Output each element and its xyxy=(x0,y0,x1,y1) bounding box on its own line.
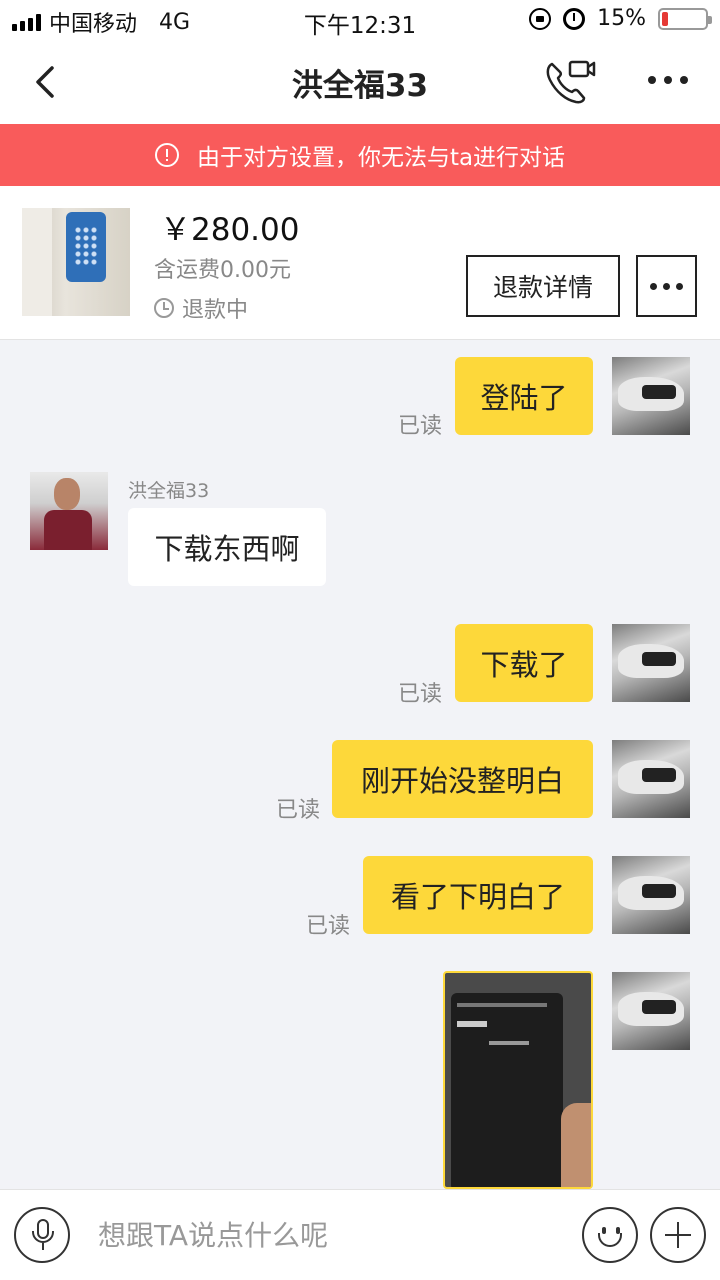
order-status-label: 退款中 xyxy=(182,298,249,323)
refund-details-button[interactable]: 退款详情 xyxy=(466,255,620,317)
battery-icon xyxy=(658,7,712,30)
alarm-icon xyxy=(563,7,586,30)
banner-text: 由于对方设置，你无法与ta进行对话 xyxy=(196,145,566,171)
message-bubble[interactable]: 下载了 xyxy=(455,624,593,702)
microphone-icon[interactable] xyxy=(14,1207,70,1263)
emoji-icon[interactable] xyxy=(582,1207,638,1263)
blocked-banner: 由于对方设置，你无法与ta进行对话 xyxy=(0,124,720,186)
message-bubble[interactable]: 看了下明白了 xyxy=(363,856,593,934)
order-more-button[interactable] xyxy=(636,255,697,317)
phone-video-icon[interactable] xyxy=(544,58,596,106)
more-icon[interactable] xyxy=(648,76,688,84)
message-bubble[interactable]: 刚开始没整明白 xyxy=(332,740,593,818)
message-bubble[interactable]: 下载东西啊 xyxy=(128,508,326,586)
message-bubble[interactable]: 登陆了 xyxy=(455,357,593,435)
my-avatar[interactable] xyxy=(612,357,690,435)
battery-percent: 15% xyxy=(597,6,646,31)
dot-icon xyxy=(650,282,657,290)
read-receipt: 已读 xyxy=(306,914,351,939)
chat-title: 洪全福33 xyxy=(291,68,429,104)
status-right: 15% xyxy=(529,6,712,31)
my-avatar[interactable] xyxy=(612,740,690,818)
my-avatar[interactable] xyxy=(612,972,690,1050)
product-price: ￥280.00 xyxy=(160,212,300,248)
dot-icon xyxy=(676,282,683,290)
read-receipt: 已读 xyxy=(398,414,443,439)
image-message[interactable] xyxy=(443,971,593,1189)
input-bar xyxy=(0,1189,720,1280)
read-receipt: 已读 xyxy=(276,798,321,823)
battery-level xyxy=(662,11,668,26)
order-status: 退款中 xyxy=(154,292,248,324)
sender-name: 洪全福33 xyxy=(128,480,210,502)
status-bar: 中国移动 4G 下午12:31 15% xyxy=(0,0,720,40)
clock-icon xyxy=(154,298,174,318)
info-icon xyxy=(154,143,179,167)
dot-icon xyxy=(663,282,670,290)
my-avatar[interactable] xyxy=(612,624,690,702)
nav-bar: 洪全福33 xyxy=(0,40,720,124)
rotation-lock-icon xyxy=(529,7,552,30)
order-card: ￥280.00 含运费0.00元 退款中 退款详情 xyxy=(0,186,720,340)
contact-avatar[interactable] xyxy=(30,472,108,550)
my-avatar[interactable] xyxy=(612,856,690,934)
product-thumbnail[interactable] xyxy=(22,208,130,316)
shipping-fee: 含运费0.00元 xyxy=(154,258,291,283)
plus-icon[interactable] xyxy=(650,1207,706,1263)
read-receipt: 已读 xyxy=(398,682,443,707)
message-input[interactable] xyxy=(90,1210,560,1260)
